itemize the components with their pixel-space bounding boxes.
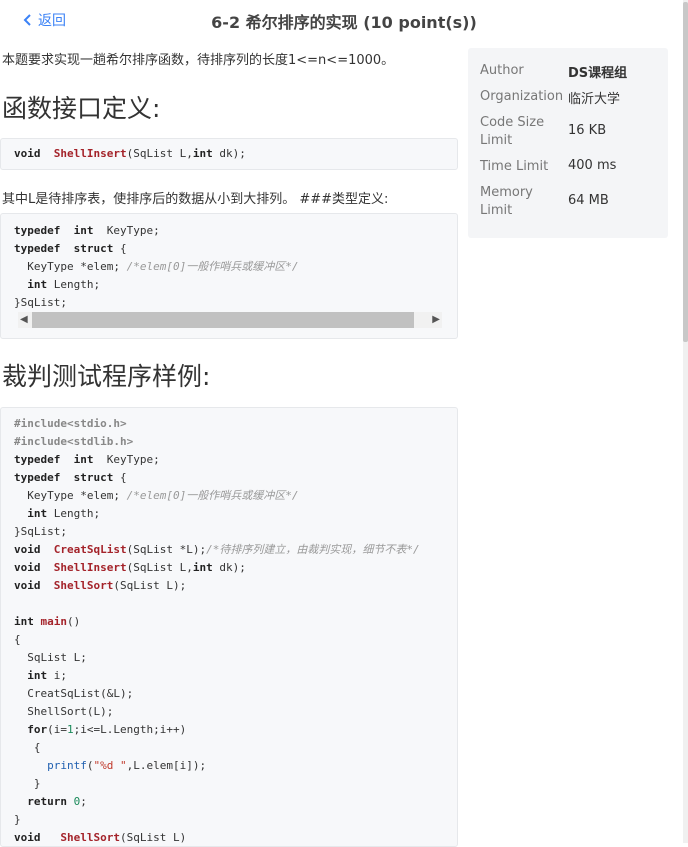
page-title: 6-2 希尔排序的实现 (10 point(s)): [211, 13, 477, 32]
page-header: 返回 6-2 希尔排序的实现 (10 point(s)): [0, 0, 688, 40]
author-label: Author: [480, 63, 524, 78]
time-limit-value: 400 ms: [568, 158, 617, 173]
interface-code-block: void ShellInsert(SqList L,int dk);: [0, 138, 458, 170]
problem-content: 本题要求实现一趟希尔排序函数，待排序列的长度1<=n<=1000。: [0, 40, 460, 68]
author-value: DS课程组: [568, 66, 628, 81]
organization-value: 临沂大学: [568, 92, 621, 107]
page-vertical-scrollbar[interactable]: [683, 0, 688, 843]
heading-interface: 函数接口定义:: [2, 94, 161, 123]
page-scrollbar-thumb[interactable]: [683, 2, 688, 342]
code-size-label: Code Size Limit: [480, 115, 545, 148]
sample-code-block: #include<stdio.h> #include<stdlib.h> typ…: [0, 407, 458, 847]
organization-label: Organization: [480, 89, 564, 104]
code-horizontal-scrollbar[interactable]: ◀ ▶: [18, 310, 442, 328]
scroll-right-icon[interactable]: ▶: [432, 314, 440, 325]
memory-limit-label: Memory Limit: [480, 185, 533, 218]
intro-text: 本题要求实现一趟希尔排序函数，待排序列的长度1<=n<=1000。: [2, 53, 395, 68]
problem-info-panel: Author DS课程组 Organization 临沂大学 Code Size…: [468, 48, 668, 238]
code-size-value: 16 KB: [568, 123, 607, 138]
scroll-left-icon[interactable]: ◀: [20, 314, 28, 325]
heading-sample: 裁判测试程序样例:: [2, 362, 211, 391]
time-limit-label: Time Limit: [480, 159, 549, 174]
types-paragraph: 其中L是待排序表，使排序后的数据从小到大排列。 ###类型定义:: [2, 192, 389, 207]
scrollbar-thumb[interactable]: [32, 312, 414, 328]
memory-limit-value: 64 MB: [568, 193, 609, 208]
